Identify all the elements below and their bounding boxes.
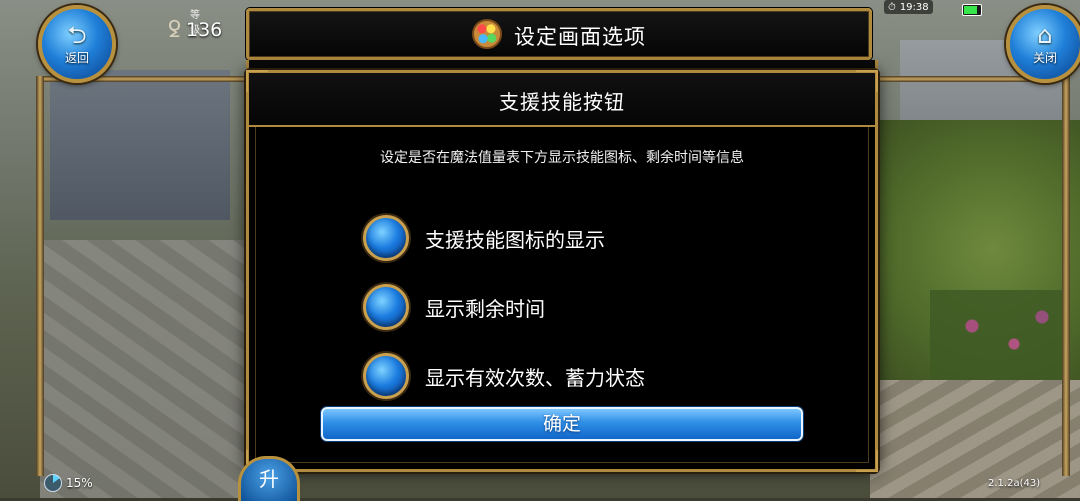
ornate-frame-left — [36, 76, 44, 476]
dialog-corner-ornament — [856, 450, 878, 472]
back-button-label: 返回 — [64, 50, 89, 65]
dialog-header: 支援技能按钮 — [249, 73, 875, 127]
palette-icon — [472, 19, 502, 49]
radio-button-icon[interactable] — [363, 215, 409, 261]
option-remaining-time[interactable]: 显示剩余时间 — [363, 284, 545, 330]
progress-percent-value: 15% — [66, 476, 93, 490]
dialog-description: 设定是否在魔法值量表下方显示技能图标、剩余时间等信息 — [380, 150, 744, 166]
option-label: 显示有效次数、蓄力状态 — [425, 365, 645, 390]
scene-building-left — [50, 70, 230, 220]
close-button[interactable]: ⌂ 关闭 — [1006, 5, 1080, 83]
close-button-label: 关闭 — [1032, 50, 1057, 65]
level-up-button[interactable]: 升 — [238, 456, 300, 501]
clock-time: 19:38 — [899, 1, 929, 13]
dialog-title: 支援技能按钮 — [499, 90, 625, 114]
progress-percent: 15% — [44, 474, 93, 492]
option-skill-icon-display[interactable]: 支援技能图标的显示 — [363, 215, 605, 261]
ornate-frame-right — [1062, 76, 1070, 476]
level-emblem-icon: ꝿ — [168, 18, 181, 43]
level-value: 136 — [186, 19, 223, 41]
radio-button-icon[interactable] — [363, 284, 409, 330]
option-label: 显示剩余时间 — [425, 296, 545, 321]
back-button[interactable]: ⮌ 返回 — [38, 5, 116, 83]
settings-panel-title: 设定画面选项 — [514, 25, 646, 49]
progress-dial-icon — [44, 474, 62, 492]
scene-stone-path-right — [870, 380, 1080, 498]
clock-icon: ⏱ — [888, 1, 896, 13]
scene-flowerbed — [930, 290, 1070, 380]
scene-stone-path-left — [40, 240, 260, 498]
return-arrow-icon: ⮌ — [67, 20, 87, 49]
support-skill-dialog: 支援技能按钮 设定是否在魔法值量表下方显示技能图标、剩余时间等信息 支援技能图标… — [246, 70, 878, 472]
version-label: 2.1.2a(43) — [988, 478, 1041, 489]
option-label: 支援技能图标的显示 — [425, 227, 605, 252]
radio-button-icon[interactable] — [363, 353, 409, 399]
battery-icon — [962, 4, 982, 16]
option-charge-count-status[interactable]: 显示有效次数、蓄力状态 — [363, 353, 645, 399]
confirm-button[interactable]: 确定 — [321, 407, 803, 441]
status-indicator: ⏱ 19:38 — [884, 0, 933, 14]
settings-panel-title-bar: 设定画面选项 — [246, 8, 872, 60]
home-icon: ⌂ — [1037, 20, 1053, 49]
